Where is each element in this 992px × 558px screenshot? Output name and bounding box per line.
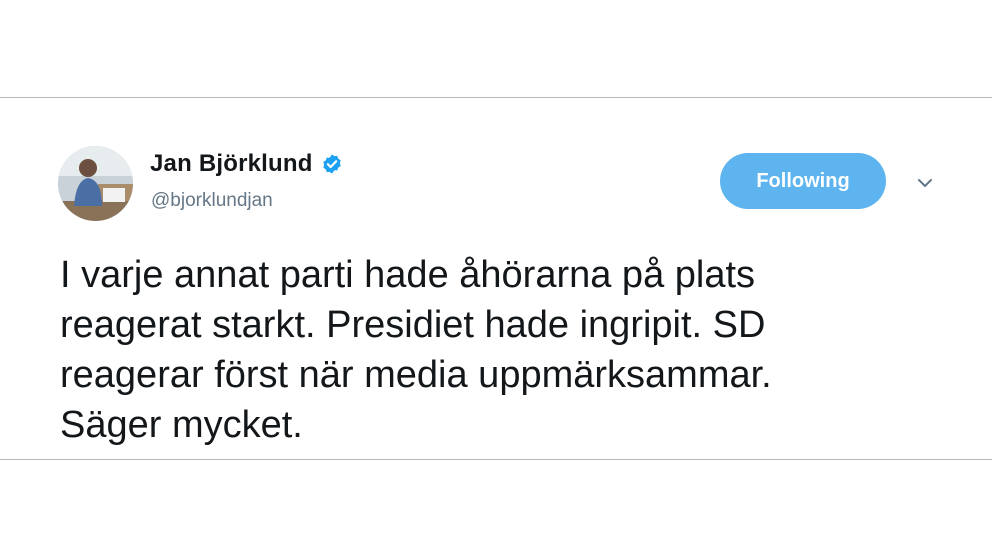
tweet-text-line: I varje annat parti hade åhörarna på pla… <box>60 254 756 296</box>
author-display-name[interactable]: Jan Björklund <box>150 150 313 178</box>
avatar-photo <box>58 146 133 221</box>
tweet-text: I varje annat parti hade åhörarna på pla… <box>60 250 960 450</box>
author-handle[interactable]: @bjorklundjan <box>151 190 273 212</box>
tweet-text-line: reagerar först när media uppmärksammar. <box>60 354 772 396</box>
chevron-down-icon[interactable] <box>914 172 936 194</box>
bottom-divider <box>0 459 992 460</box>
verified-badge-icon <box>321 153 343 175</box>
author-name-row: Jan Björklund <box>150 150 343 178</box>
tweet-text-line: Säger mycket. <box>60 404 303 446</box>
following-button[interactable]: Following <box>720 153 886 209</box>
top-divider <box>0 97 992 98</box>
author-avatar[interactable] <box>58 146 133 221</box>
tweet-text-line: reagerat starkt. Presidiet hade ingripit… <box>60 304 766 346</box>
